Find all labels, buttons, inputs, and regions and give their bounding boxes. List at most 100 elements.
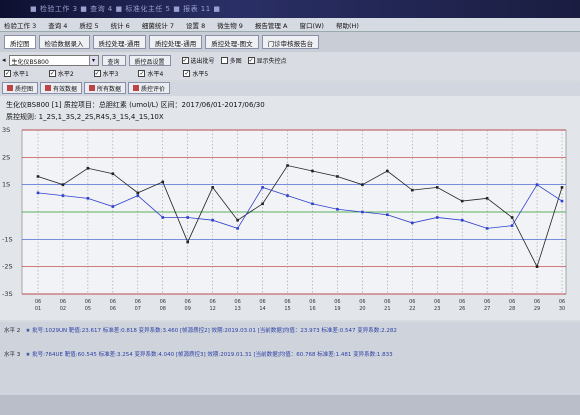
option-check-2[interactable]: ✓ 显示失控点 — [247, 56, 287, 65]
x-tick-label: 06 — [259, 299, 265, 305]
window-tab-4[interactable]: 质控处理-图文 — [205, 35, 259, 49]
x-tick-label: 06 — [409, 299, 415, 305]
data-point — [560, 199, 564, 203]
menu-item-7[interactable]: 报告管理 A — [255, 20, 288, 30]
x-tick-label: 06 — [509, 299, 515, 305]
checkbox-icon[interactable]: ✓ — [247, 56, 255, 64]
x-tick-label: 22 — [409, 306, 415, 312]
level-check-2[interactable]: ✓ 水平2 — [48, 69, 74, 78]
view-tab-2[interactable]: 所有数据 — [84, 82, 127, 94]
view-tab-label: 有效数据 — [53, 85, 78, 93]
view-tab-0[interactable]: 质控图 — [2, 82, 39, 94]
option-check-label: 选出批号 — [190, 57, 215, 65]
data-point — [286, 194, 289, 197]
data-point — [136, 194, 140, 197]
checkbox-icon[interactable]: ✓ — [93, 69, 101, 77]
checkbox-icon[interactable]: ✓ — [4, 69, 11, 77]
y-tick-label: -3S — [2, 290, 13, 298]
window-tab-2[interactable]: 质控处理-通用 — [92, 35, 146, 49]
window-tab-0[interactable]: 质控图 — [4, 35, 36, 49]
title-bar: ■ 检验工作 3 ■ 查询 4 ■ 标准化主任 5 ■ 报表 11 ■ — [0, 0, 580, 18]
x-tick-label: 06 — [234, 299, 240, 305]
data-point — [86, 197, 90, 200]
x-tick-label: 16 — [309, 306, 315, 312]
view-tab-3[interactable]: 质控评价 — [128, 82, 171, 94]
x-tick-label: 12 — [209, 306, 215, 312]
window-tab-5[interactable]: 门诊审核报告台 — [261, 35, 320, 49]
x-tick-label: 06 — [185, 299, 191, 305]
option-check-label: 显示失控点 — [256, 57, 287, 65]
y-tick-label: 3S — [2, 126, 10, 134]
data-point — [460, 199, 464, 203]
x-tick-label: 06 — [110, 299, 116, 305]
x-tick-label: 06 — [459, 299, 465, 305]
back-arrow-icon[interactable]: ◂ — [2, 56, 6, 64]
x-tick-label: 06 — [359, 299, 365, 305]
x-tick-label: 27 — [484, 306, 490, 312]
checkbox-icon[interactable]: ✓ — [138, 69, 146, 77]
y-tick-label: 1S — [2, 181, 10, 189]
menu-item-9[interactable]: 帮助(H) — [336, 20, 359, 30]
device-select[interactable]: 生化仪BS800 ▾ — [8, 54, 99, 66]
menu-item-8[interactable]: 窗口(W) — [299, 20, 324, 30]
window-tab-1[interactable]: 检验数据录入 — [38, 35, 90, 49]
x-tick-label: 06 — [284, 299, 290, 305]
data-point — [410, 188, 414, 192]
option-check-0[interactable]: ✓ 选出批号 — [181, 56, 215, 65]
y-tick-label: -2S — [2, 263, 13, 271]
x-tick-label: 02 — [60, 306, 66, 312]
checkbox-icon[interactable]: ✓ — [181, 56, 189, 64]
data-point — [236, 218, 239, 222]
level-check-5[interactable]: ✓ 水平5 — [183, 69, 208, 78]
data-point — [111, 205, 115, 208]
level-check-label: 水平2 — [57, 70, 74, 78]
level3-text: ★ 批号:764UE 靶值:60.545 标准差:3.254 变异系数:4.04… — [25, 352, 393, 358]
checkbox-icon[interactable]: ✓ — [48, 69, 56, 77]
menu-item-2[interactable]: 质控 5 — [79, 20, 98, 30]
menu-item-5[interactable]: 设置 8 — [186, 20, 205, 30]
data-point — [410, 221, 414, 225]
data-point — [161, 216, 165, 219]
query-button[interactable]: 查询 — [101, 54, 126, 66]
y-tick-label: -1S — [2, 235, 13, 243]
menu-item-0[interactable]: 检验工作 3 — [4, 20, 36, 30]
option-check-label: 多图 — [229, 57, 242, 65]
window-tabs: 质控图 检验数据录入 质控处理-通用 质控处理-通用 质控处理-图文 门诊审核报告台 — [0, 32, 580, 52]
data-point — [535, 183, 539, 186]
menu-item-3[interactable]: 统计 6 — [111, 20, 130, 30]
qc-settings-button[interactable]: 质控品设置 — [128, 54, 171, 66]
data-point — [61, 194, 65, 197]
x-tick-label: 01 — [35, 306, 41, 312]
level-check-4[interactable]: ✓ 水平4 — [138, 69, 163, 78]
x-tick-label: 06 — [110, 306, 116, 312]
chevron-down-icon[interactable]: ▾ — [88, 55, 98, 65]
checkbox-icon[interactable]: ✓ — [183, 69, 191, 77]
menu-item-4[interactable]: 细菌统计 7 — [142, 20, 174, 30]
x-tick-label: 06 — [309, 299, 315, 305]
level2-label: 水平 2 — [4, 328, 21, 334]
x-tick-label: 23 — [434, 306, 440, 312]
option-check-1[interactable]: 多图 — [220, 56, 242, 65]
x-tick-label: 29 — [534, 306, 540, 312]
data-point — [261, 186, 264, 189]
menu-item-1[interactable]: 查询 4 — [48, 20, 67, 30]
data-point — [286, 164, 289, 167]
x-tick-label: 30 — [559, 306, 565, 312]
status-bar — [0, 395, 580, 415]
x-tick-label: 19 — [334, 306, 340, 312]
data-point — [136, 191, 140, 195]
checkbox-icon[interactable] — [220, 56, 228, 64]
tab-icon — [89, 85, 96, 91]
window-tab-3[interactable]: 质控处理-通用 — [148, 35, 203, 49]
level-check-label: 水平5 — [192, 70, 209, 78]
data-point — [61, 183, 65, 186]
view-tab-1[interactable]: 有效数据 — [40, 82, 83, 94]
data-point — [535, 265, 539, 268]
menu-item-6[interactable]: 微生物 9 — [217, 20, 243, 30]
level-check-1[interactable]: ✓ 水平1 — [4, 69, 29, 78]
tab-icon — [7, 85, 13, 91]
level-check-3[interactable]: ✓ 水平3 — [93, 69, 118, 78]
device-select-value: 生化仪BS800 — [11, 58, 49, 66]
data-point — [161, 180, 165, 184]
x-tick-label: 05 — [85, 306, 91, 312]
